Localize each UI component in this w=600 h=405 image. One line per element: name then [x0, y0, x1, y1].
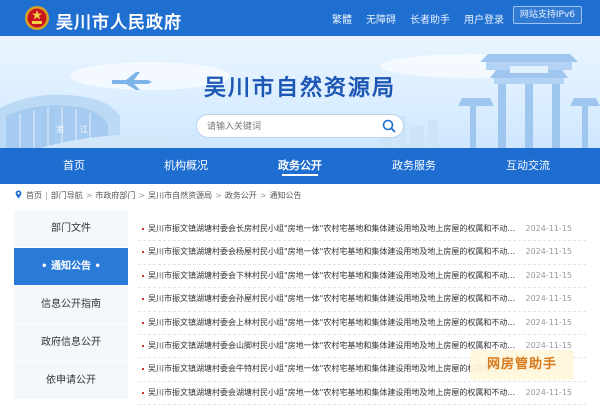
accessibility-link[interactable]: 无障碍 — [366, 15, 396, 26]
top-bar: 吴川市人民政府 繁體 无障碍 长者助手 用户登录 网站支持IPv6 — [0, 0, 600, 36]
bullet-icon — [142, 368, 144, 371]
notice-date: 2024-11-15 — [525, 294, 573, 304]
top-links: 繁體 无障碍 长者助手 用户登录 — [318, 11, 504, 26]
bullet-icon — [142, 321, 144, 324]
sidebar-item-disclosure-guide[interactable]: 信息公开指南 — [14, 286, 128, 324]
notice-date: 2024-11-15 — [525, 270, 573, 280]
sidebar: 部门文件 • 通知公告 • 信息公开指南 政府信息公开 依申请公开 — [14, 210, 128, 400]
location-icon — [15, 190, 22, 199]
sidebar-item-notices[interactable]: • 通知公告 • — [14, 248, 128, 286]
user-login-link[interactable]: 用户登录 — [464, 15, 504, 26]
bullet-icon — [142, 274, 144, 277]
nav-home[interactable]: 首页 — [24, 148, 124, 184]
breadcrumb: 首页 | 部门导航 > 市政府部门 > 吴川市自然资源局 > 政务公开 > 通知公告 — [14, 190, 302, 201]
list-item[interactable]: 吴川市振文镇湖塘村委会长房村民小组"房地一体"农村宅基地和集体建设用地及地上房屋… — [138, 218, 586, 242]
watermark: 网房管助手 — [470, 350, 574, 380]
notice-title[interactable]: 吴川市振文镇湖塘村委会长房村民小组"房地一体"农村宅基地和集体建设用地及地上房屋… — [148, 218, 520, 240]
notice-title[interactable]: 吴川市振文镇湖塘村委会上林村民小组"房地一体"农村宅基地和集体建设用地及地上房屋… — [148, 312, 520, 334]
traditional-chinese-link[interactable]: 繁體 — [332, 15, 352, 26]
svg-text:港 江: 港 江 — [56, 124, 88, 134]
notice-date: 2024-11-15 — [525, 317, 573, 327]
sidebar-item-department-documents[interactable]: 部门文件 — [14, 210, 128, 248]
search-box — [196, 114, 404, 138]
nav-organization[interactable]: 机构概况 — [136, 148, 236, 184]
ipv6-badge: 网站支持IPv6 — [512, 6, 582, 24]
list-item[interactable]: 吴川市振文镇湖塘村委会下林村民小组"房地一体"农村宅基地和集体建设用地及地上房屋… — [138, 265, 586, 289]
bullet-icon — [142, 251, 144, 254]
bullet-icon — [142, 391, 144, 394]
search-icon[interactable] — [381, 118, 397, 134]
breadcrumb-bureau[interactable]: 吴川市自然资源局 — [148, 191, 212, 200]
notice-date: 2024-11-15 — [525, 224, 573, 233]
nav-government-services[interactable]: 政务服务 — [364, 148, 464, 184]
bullet-icon — [142, 228, 144, 230]
list-item[interactable]: 吴川市振文镇湖塘村委会孙屋村民小组"房地一体"农村宅基地和集体建设用地及地上房屋… — [138, 288, 586, 312]
bureau-title: 吴川市自然资源局 — [203, 76, 396, 101]
notice-date: 2024-11-15 — [525, 247, 573, 257]
sidebar-item-info-disclosure[interactable]: 政府信息公开 — [14, 324, 128, 362]
elder-assistant-link[interactable]: 长者助手 — [410, 15, 450, 26]
notice-title[interactable]: 吴川市振文镇湖塘村委会牛特村民小组"房地一体"农村宅基地和集体建设用地及地上房屋… — [148, 358, 520, 380]
bullet-icon — [142, 344, 144, 347]
list-item[interactable]: 吴川市振文镇湖塘村委会湖塘村民小组"房地一体"农村宅基地和集体建设用地及地上房屋… — [138, 382, 586, 405]
notice-title[interactable]: 吴川市振文镇湖塘村委会杨屋村民小组"房地一体"农村宅基地和集体建设用地及地上房屋… — [148, 241, 520, 263]
breadcrumb-home[interactable]: 首页 — [26, 191, 42, 200]
banner: 港 江 吴川市自然资源局 — [0, 36, 600, 148]
main-nav: 首页 机构概况 政务公开 政务服务 互动交流 — [0, 148, 600, 184]
breadcrumb-notices[interactable]: 通知公告 — [270, 191, 302, 200]
notice-title[interactable]: 吴川市振文镇湖塘村委会山脚村民小组"房地一体"农村宅基地和集体建设用地及地上房屋… — [148, 335, 520, 357]
list-item[interactable]: 吴川市振文镇湖塘村委会杨屋村民小组"房地一体"农村宅基地和集体建设用地及地上房屋… — [138, 241, 586, 265]
notice-title[interactable]: 吴川市振文镇湖塘村委会孙屋村民小组"房地一体"农村宅基地和集体建设用地及地上房屋… — [148, 288, 520, 310]
national-emblem-icon — [25, 6, 49, 30]
search-input[interactable] — [205, 118, 369, 136]
nav-government-affairs[interactable]: 政务公开 — [250, 148, 350, 184]
breadcrumb-city-departments[interactable]: 市政府部门 — [95, 191, 135, 200]
nav-interaction[interactable]: 互动交流 — [478, 148, 578, 184]
list-item[interactable]: 吴川市振文镇湖塘村委会上林村民小组"房地一体"农村宅基地和集体建设用地及地上房屋… — [138, 312, 586, 335]
notice-date: 2024-11-15 — [525, 387, 573, 397]
bullet-icon — [142, 298, 144, 301]
notice-title[interactable]: 吴川市振文镇湖塘村委会下林村民小组"房地一体"农村宅基地和集体建设用地及地上房屋… — [148, 265, 520, 287]
site-name[interactable]: 吴川市人民政府 — [56, 8, 182, 33]
sidebar-item-request-disclosure[interactable]: 依申请公开 — [14, 362, 128, 400]
notice-title[interactable]: 吴川市振文镇湖塘村委会湖塘村民小组"房地一体"农村宅基地和集体建设用地及地上房屋… — [148, 382, 520, 404]
breadcrumb-government-affairs[interactable]: 政务公开 — [225, 191, 257, 200]
breadcrumb-dept-nav[interactable]: 部门导航 — [51, 191, 83, 200]
